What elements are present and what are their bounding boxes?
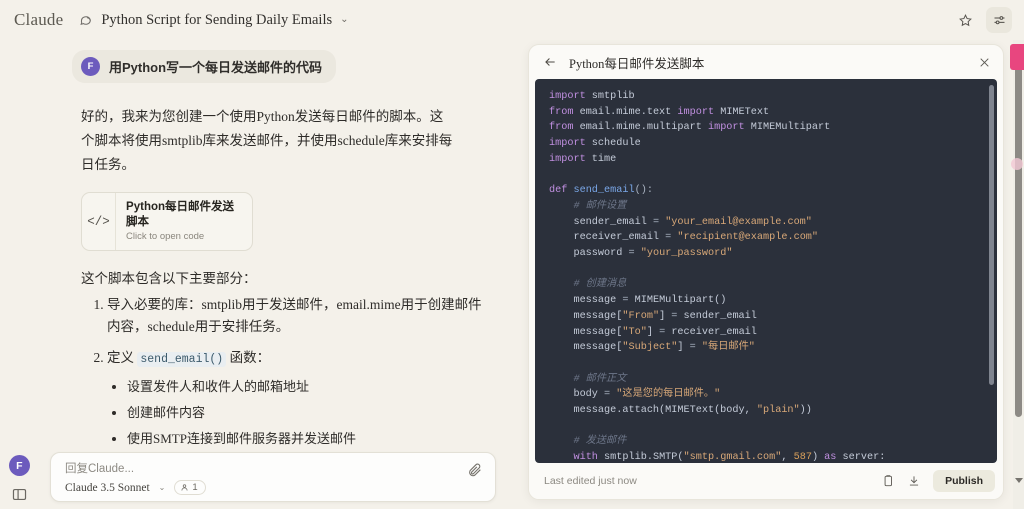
artifact-card-subtitle: Click to open code xyxy=(126,231,243,242)
edge-secondary-badge[interactable] xyxy=(1011,158,1023,170)
top-bar-actions xyxy=(952,7,1012,33)
sub-list-item: 创建邮件内容 xyxy=(127,404,494,422)
left-rail: F xyxy=(0,40,40,509)
sliders-icon[interactable] xyxy=(986,7,1012,33)
list-item: 导入必要的库：smtplib用于发送邮件，email.mime用于创建邮件内容，… xyxy=(107,294,494,338)
paperclip-icon[interactable] xyxy=(467,462,485,480)
steps-list: 导入必要的库：smtplib用于发送邮件，email.mime用于创建邮件内容，… xyxy=(81,294,494,445)
copy-icon[interactable] xyxy=(881,474,895,488)
edge-notification-badge[interactable] xyxy=(1010,44,1024,70)
artifact-panel-header: Python每日邮件发送脚本 xyxy=(529,45,1003,79)
model-selector-label[interactable]: Claude 3.5 Sonnet xyxy=(65,482,150,494)
artifact-card-title: Python每日邮件发送脚本 xyxy=(126,200,243,230)
usage-badge-count: 1 xyxy=(192,482,197,493)
star-icon[interactable] xyxy=(952,7,978,33)
person-icon xyxy=(180,483,189,492)
chat-bubble-icon xyxy=(79,13,94,28)
conversation-title-button[interactable]: Python Script for Sending Daily Emails ⌄ xyxy=(79,12,348,29)
step-text: 导入必要的库：smtplib用于发送邮件，email.mime用于创建邮件内容，… xyxy=(107,297,482,334)
chevron-down-icon[interactable]: ⌄ xyxy=(159,483,166,492)
inline-code: send_email() xyxy=(137,352,226,367)
code-icon: </> xyxy=(82,193,116,250)
artifact-panel-title: Python每日邮件发送脚本 xyxy=(569,53,704,72)
artifact-card-body: Python每日邮件发送脚本 Click to open code xyxy=(116,193,252,250)
brand-logo[interactable]: Claude xyxy=(14,10,63,30)
page-scrollbar[interactable] xyxy=(1013,40,1024,509)
user-message: F 用Python写一个每日发送邮件的代码 xyxy=(72,50,336,83)
artifact-card[interactable]: </> Python每日邮件发送脚本 Click to open code xyxy=(81,192,253,251)
assistant-intro-paragraph: 好的，我来为您创建一个使用Python发送每日邮件的脚本。这个脚本将使用smtp… xyxy=(81,105,453,177)
avatar[interactable]: F xyxy=(9,455,30,476)
step-text: 定义 xyxy=(107,350,137,365)
close-icon[interactable] xyxy=(978,56,991,69)
chevron-down-icon: ⌄ xyxy=(340,15,348,25)
user-message-text: 用Python写一个每日发送邮件的代码 xyxy=(109,57,322,76)
usage-badge[interactable]: 1 xyxy=(174,480,205,495)
assistant-message: 好的，我来为您创建一个使用Python发送每日邮件的脚本。这个脚本将使用smtp… xyxy=(72,105,494,445)
artifact-panel-footer: Last edited just now Publish xyxy=(529,463,1004,499)
conversation-scroll-area[interactable]: F 用Python写一个每日发送邮件的代码 好的，我来为您创建一个使用Pytho… xyxy=(40,40,524,445)
composer-controls: Claude 3.5 Sonnet ⌄ 1 xyxy=(65,480,206,495)
artifact-panel: Python每日邮件发送脚本 import smtplib from email… xyxy=(528,44,1004,500)
last-edited-status: Last edited just now xyxy=(544,475,637,487)
sub-list: 设置发件人和收件人的邮箱地址创建邮件内容使用SMTP连接到邮件服务器并发送邮件 xyxy=(107,378,494,445)
user-avatar: F xyxy=(81,57,100,76)
page-scrollbar-thumb[interactable] xyxy=(1015,62,1022,417)
sub-list-item: 使用SMTP连接到邮件服务器并发送邮件 xyxy=(127,430,494,445)
conversation-title: Python Script for Sending Daily Emails xyxy=(101,12,332,29)
claude-app-window: Claude Python Script for Sending Daily E… xyxy=(0,0,1024,509)
top-bar: Claude Python Script for Sending Daily E… xyxy=(0,0,1024,40)
scroll-down-arrow-icon[interactable] xyxy=(1015,478,1023,483)
sub-list-item: 设置发件人和收件人的邮箱地址 xyxy=(127,378,494,396)
arrow-left-icon[interactable] xyxy=(543,55,557,69)
sidebar-toggle-icon[interactable] xyxy=(10,485,29,504)
artifact-footer-actions: Publish xyxy=(881,470,995,492)
step-text: 函数： xyxy=(226,350,270,365)
publish-button[interactable]: Publish xyxy=(933,470,995,492)
download-icon[interactable] xyxy=(907,474,921,488)
code-content: import smtplib from email.mime.text impo… xyxy=(535,79,997,463)
code-viewer[interactable]: import smtplib from email.mime.text impo… xyxy=(535,79,997,463)
sections-lead: 这个脚本包含以下主要部分： xyxy=(81,267,494,287)
list-item: 定义 send_email() 函数： 设置发件人和收件人的邮箱地址创建邮件内容使… xyxy=(107,347,494,445)
code-scrollbar-thumb[interactable] xyxy=(989,85,994,385)
message-composer[interactable]: 回复Claude... Claude 3.5 Sonnet ⌄ 1 xyxy=(50,452,496,502)
composer-placeholder: 回复Claude... xyxy=(65,460,485,476)
